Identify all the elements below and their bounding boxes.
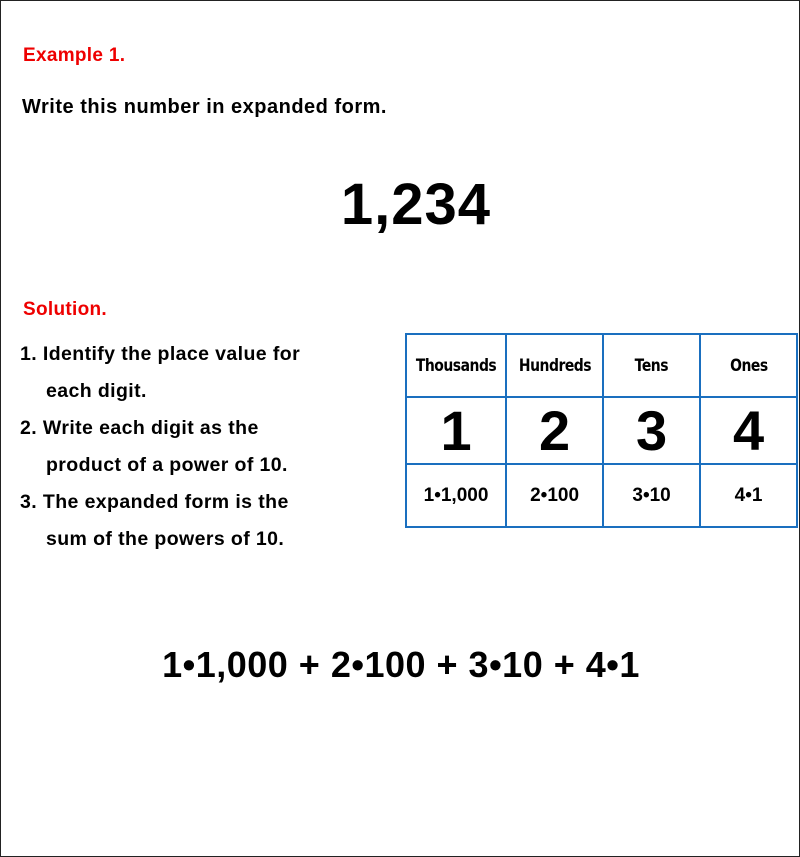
digit-cell: 4 xyxy=(699,396,799,465)
step-line: 2. Write each digit as the xyxy=(20,417,259,439)
product-cell: 4•1 xyxy=(699,463,799,528)
digit-cell: 3 xyxy=(602,396,702,465)
step-line: 3. The expanded form is the xyxy=(20,491,289,513)
solution-steps: 1. Identify the place value for each dig… xyxy=(20,336,390,558)
solution-heading: Solution. xyxy=(23,299,107,320)
step-line: 1. Identify the place value for xyxy=(20,343,301,365)
solution-step: 2. Write each digit as the product of a … xyxy=(20,410,390,484)
table-product-row: 1•1,000 2•100 3•10 4•1 xyxy=(404,463,799,528)
header-cell-thousands: Thousands xyxy=(404,333,508,398)
problem-prompt: Write this number in expanded form. xyxy=(22,96,387,118)
step-line-continued: product of a power of 10. xyxy=(46,454,288,476)
table-header-row: Thousands Hundreds Tens Ones xyxy=(404,333,799,398)
place-value-table: Thousands Hundreds Tens Ones 1 2 3 4 1•1… xyxy=(404,333,799,528)
product-cell: 1•1,000 xyxy=(404,463,508,528)
solution-step: 1. Identify the place value for each dig… xyxy=(20,336,390,410)
expanded-form-answer: 1•1,000 + 2•100 + 3•10 + 4•1 xyxy=(162,644,640,685)
given-number: 1,234 xyxy=(340,172,492,237)
header-cell-hundreds: Hundreds xyxy=(505,333,605,398)
header-cell-ones: Ones xyxy=(699,333,799,398)
step-line-continued: each digit. xyxy=(46,380,147,402)
product-cell: 2•100 xyxy=(505,463,605,528)
slide-frame: Example 1. Write this number in expanded… xyxy=(0,0,800,857)
product-cell: 3•10 xyxy=(602,463,702,528)
digit-cell: 2 xyxy=(505,396,605,465)
step-line-continued: sum of the powers of 10. xyxy=(46,528,285,550)
solution-step: 3. The expanded form is the sum of the p… xyxy=(20,484,390,558)
example-heading: Example 1. xyxy=(23,45,126,66)
table-digit-row: 1 2 3 4 xyxy=(404,396,799,465)
header-cell-tens: Tens xyxy=(602,333,702,398)
digit-cell: 1 xyxy=(404,396,508,465)
